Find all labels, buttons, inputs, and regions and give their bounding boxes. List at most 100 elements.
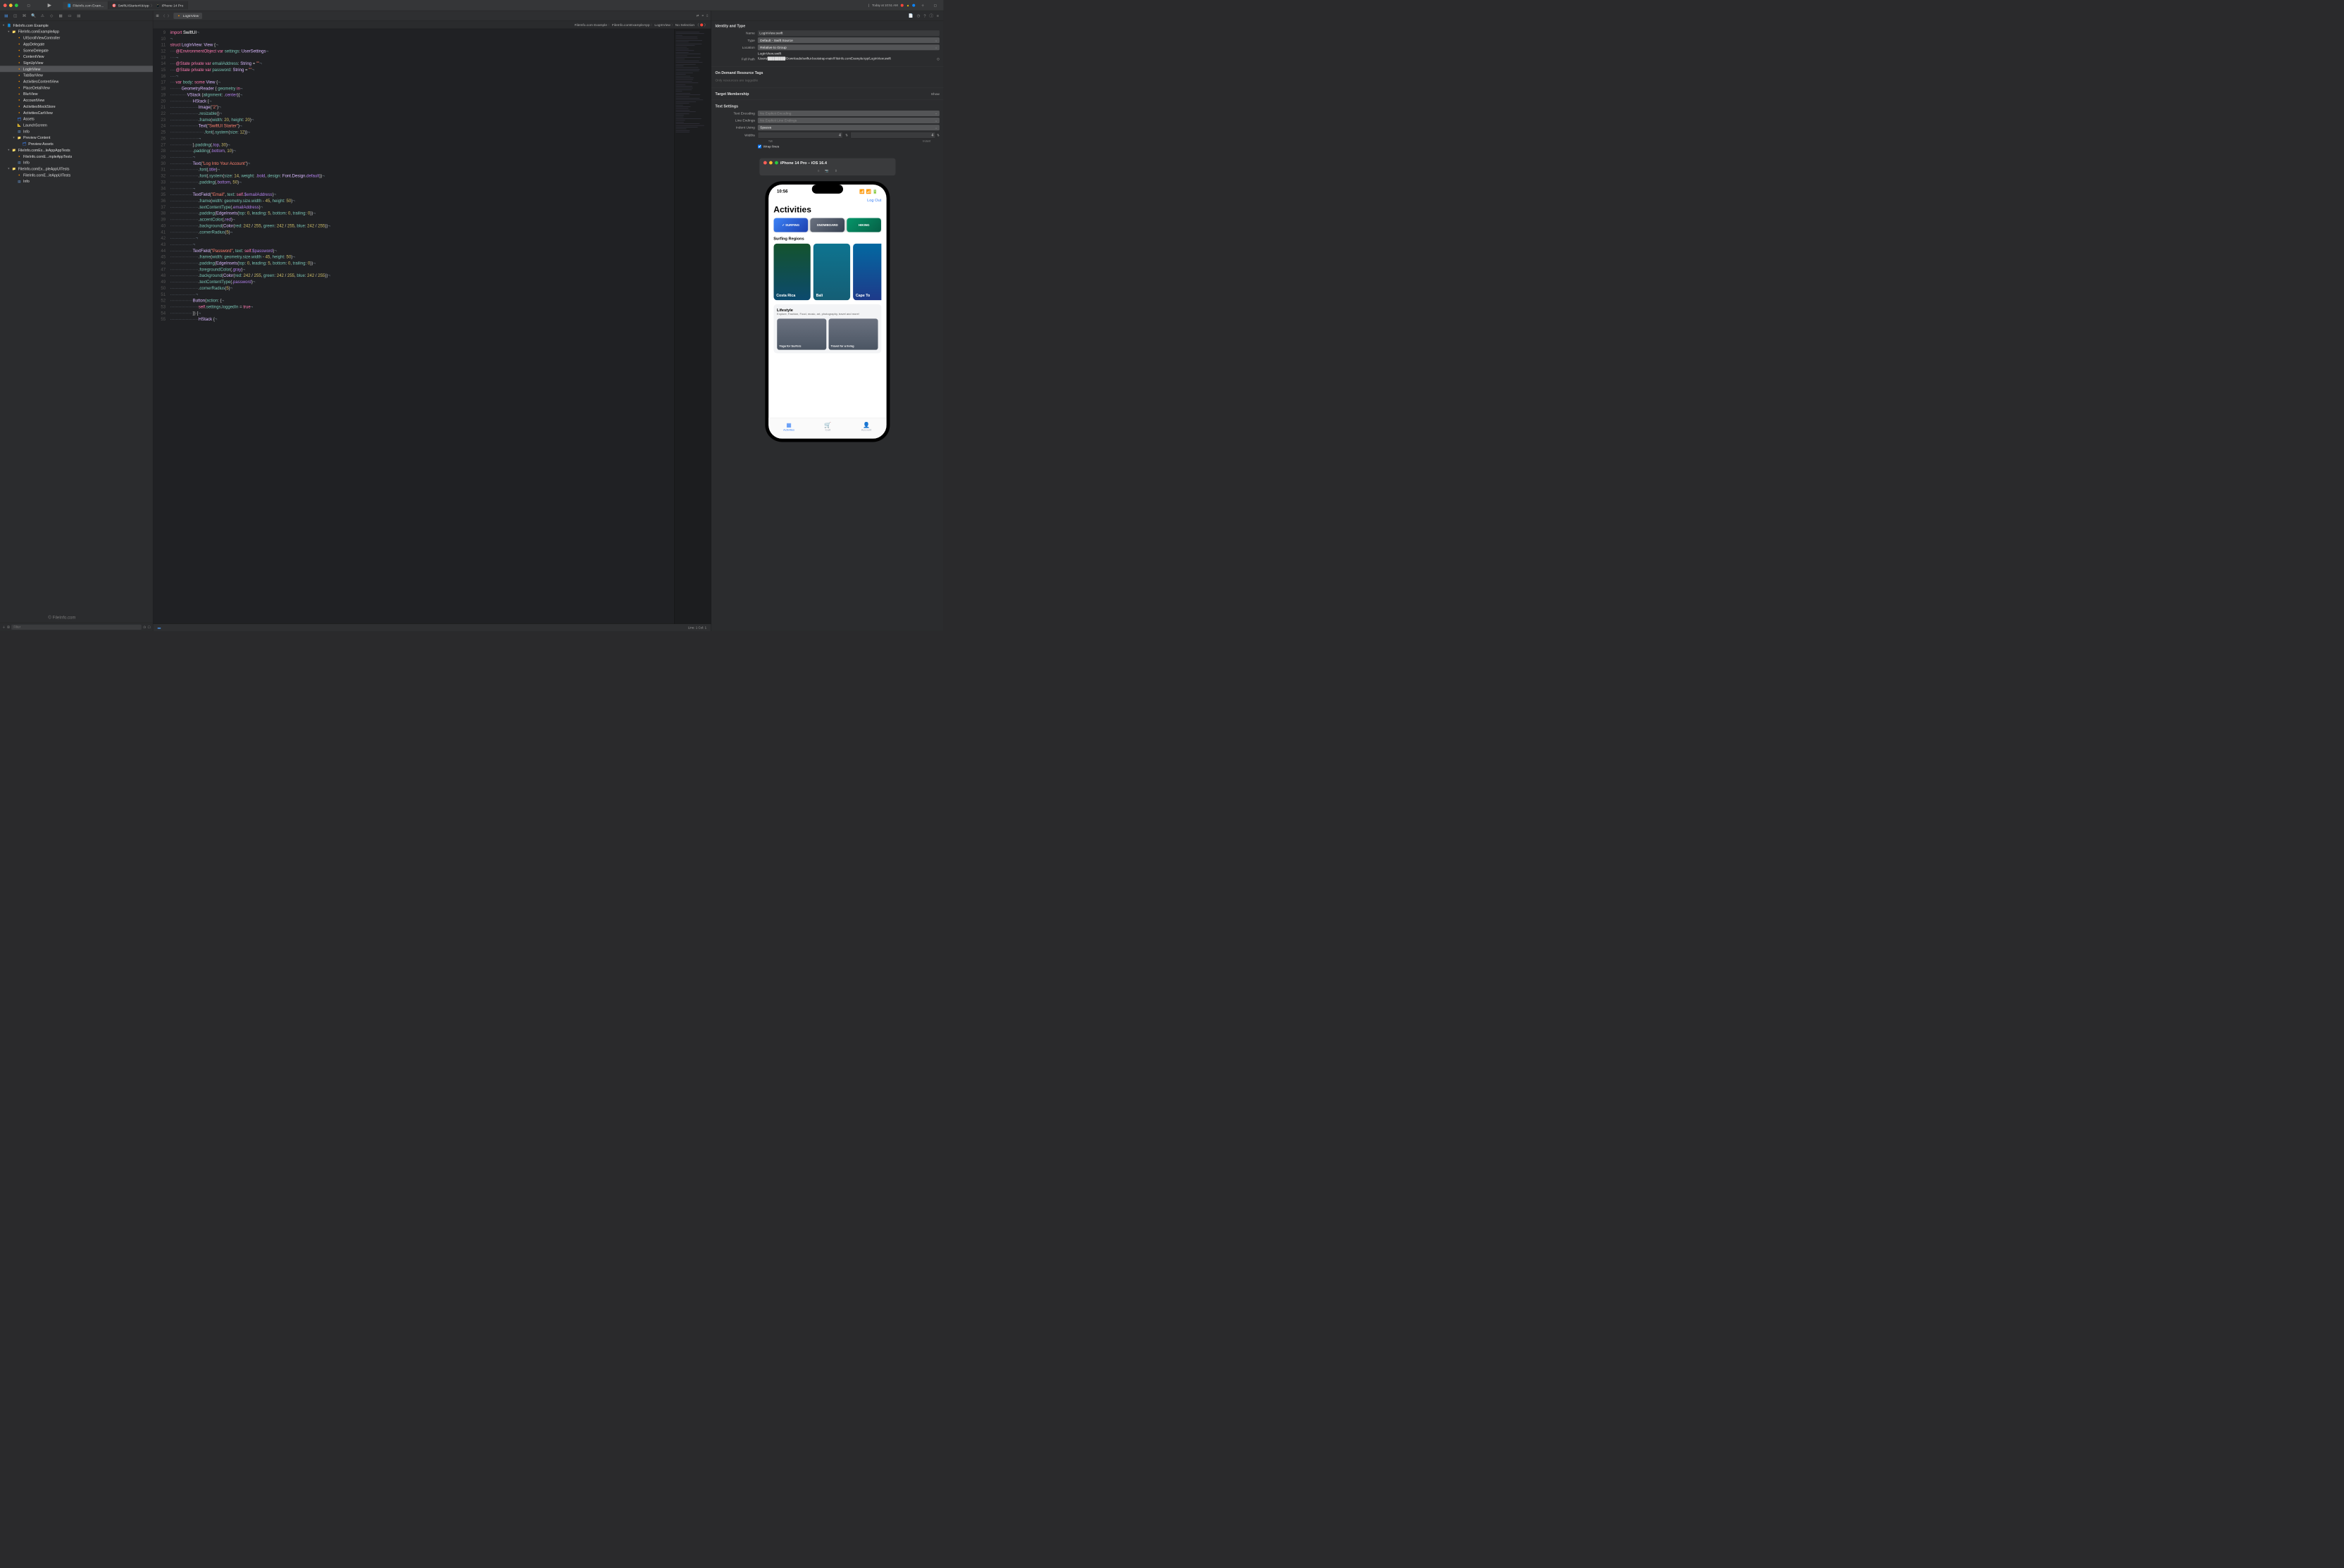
tree-item-loginview[interactable]: 🔸LogInView [0, 66, 153, 72]
tree-item-accountview[interactable]: 🔸AccountView [0, 97, 153, 104]
file-inspector-icon[interactable]: 📄 [909, 13, 914, 18]
tree-item-preview-content[interactable]: ▼📁Preview Content [0, 135, 153, 141]
screenshot-icon[interactable]: 📷 [825, 169, 829, 173]
report-navigator-icon[interactable]: ▤ [75, 13, 82, 20]
tree-item-preview-assets[interactable]: 🗂Preview Assets [0, 141, 153, 147]
scm-icon[interactable]: ▢ [148, 626, 151, 629]
lifestyle-subcard[interactable]: Yoga for Surfers [777, 318, 826, 349]
tree-item-signupview[interactable]: 🔸SignUpView [0, 60, 153, 66]
tree-item-blurview[interactable]: 🔸BlurView [0, 91, 153, 97]
tree-item-tabbarview[interactable]: 🔸TabBarView [0, 72, 153, 78]
tab-width-input[interactable] [758, 132, 843, 138]
tree-item-uiscrollviewcontroller[interactable]: 🔸UIScrollViewController [0, 35, 153, 41]
activity-chip[interactable]: HIKING [847, 218, 881, 232]
forward-icon[interactable]: 〉 [168, 13, 170, 18]
related-items-icon[interactable]: ▦ [156, 14, 158, 18]
encoding-select[interactable]: No Explicit Encoding⌄ [758, 111, 940, 116]
editor-options-icon[interactable]: ⇄ [697, 14, 699, 18]
share-icon[interactable]: ⇧ [835, 169, 837, 173]
tree-item-fileinfo-comex---leappapptests[interactable]: ▼📁FileInfo.comEx...leAppAppTests [0, 147, 153, 153]
code-editor[interactable]: 9import SwiftUI¬10¬11struct LogInView: V… [153, 29, 674, 623]
tree-item-fileinfo-comex---pleappuitests[interactable]: ▼📁FileInfo.comEx...pleAppUITests [0, 166, 153, 172]
indent-select[interactable]: Spaces⌄ [758, 125, 940, 130]
tree-item-contentview[interactable]: 🔸ContentView [0, 54, 153, 60]
sim-zoom[interactable] [775, 161, 778, 165]
sim-close[interactable] [763, 161, 767, 165]
type-select[interactable]: Default - Swift Source⌄ [758, 37, 940, 43]
lifestyle-card[interactable]: Lifestyle Explore, Fashion, Food, music,… [773, 304, 881, 354]
scheme-selector[interactable]: 🎯 SwiftUIStarterKitApp 〉 📱 iPhone 14 Pro [108, 1, 187, 10]
back-icon[interactable]: 〈 [162, 13, 165, 18]
logout-button[interactable]: Log Out [773, 197, 881, 204]
error-indicator[interactable] [901, 4, 904, 6]
minimize-window[interactable] [9, 4, 13, 7]
tree-item-info[interactable]: ▤Info [0, 128, 153, 135]
breadcrumb-item[interactable]: No Selection [675, 23, 694, 27]
add-icon[interactable]: ＋ [2, 625, 5, 629]
phone-tab-cart[interactable]: 🛒Cart [824, 421, 831, 431]
sim-min[interactable] [769, 161, 773, 165]
file-tree[interactable]: ▼📘FileInfo.com Example▼📁FileInfo.comExam… [0, 21, 153, 623]
source-control-icon[interactable]: ◫ [12, 13, 19, 20]
tree-item-fileinfo-come---mpleapptests[interactable]: 🔸FileInfo.comE...mpleAppTests [0, 153, 153, 159]
sidebar-toggle-icon[interactable]: ▢ [25, 1, 32, 9]
test-navigator-icon[interactable]: ◇ [48, 13, 55, 20]
editor-tab[interactable]: 🔸 LogInView [173, 13, 202, 19]
tree-item-info[interactable]: ▤Info [0, 178, 153, 185]
close-window[interactable] [4, 4, 7, 7]
project-navigator-icon[interactable]: ▤ [3, 13, 10, 20]
tree-item-fileinfo-come---leappuitests[interactable]: 🔸FileInfo.comE...leAppUITests [0, 172, 153, 178]
attributes-icon[interactable]: ≡ [937, 13, 939, 18]
tree-item-assets[interactable]: 🗂Assets [0, 116, 153, 122]
activity-chip[interactable]: ✓ SURFING [773, 218, 808, 232]
tree-item-fileinfo-comexampleapp[interactable]: ▼📁FileInfo.comExampleApp [0, 28, 153, 35]
tab-project[interactable]: 📘 FileInfo.com Exam... [63, 1, 108, 8]
tree-item-fileinfo-com-example[interactable]: ▼📘FileInfo.com Example [0, 22, 153, 28]
tree-item-activitiescontentview[interactable]: 🔸ActivitiesContentView [0, 78, 153, 85]
filter-input[interactable] [11, 625, 142, 630]
phone-tab-activities[interactable]: ▦Activities [783, 421, 794, 431]
symbol-navigator-icon[interactable]: ⌘ [21, 13, 28, 20]
stepper-icon[interactable]: ⇅ [845, 133, 848, 137]
region-card[interactable]: Bali [813, 244, 850, 301]
history-inspector-icon[interactable]: ◷ [917, 13, 921, 18]
wrap-lines-checkbox[interactable] [758, 144, 761, 148]
activity-indicator[interactable] [912, 4, 915, 6]
minimap[interactable] [674, 29, 711, 623]
phone-screen[interactable]: 10:56 📶 📶 🔋 Log Out Activities ✓ SURFING… [768, 185, 886, 439]
next-issue-icon[interactable]: 〉 [704, 23, 708, 27]
warning-indicator[interactable]: ▲ [906, 4, 909, 7]
quick-help-icon[interactable]: ⓘ [929, 13, 933, 18]
find-navigator-icon[interactable]: 🔍 [30, 13, 37, 20]
error-dot[interactable] [700, 23, 703, 26]
file-name-value[interactable]: LogInView.swift [758, 30, 940, 36]
reveal-icon[interactable]: ⊝ [937, 57, 940, 61]
breadcrumb-item[interactable]: LogInView [654, 23, 670, 27]
tree-item-launchscreen[interactable]: 📐LaunchScreen [0, 122, 153, 128]
tree-item-info[interactable]: ▤Info [0, 159, 153, 166]
region-card[interactable]: Cape To [853, 244, 881, 301]
line-endings-select[interactable]: No Explicit Line Endings⌄ [758, 118, 940, 123]
tree-item-placedetailview[interactable]: 🔸PlaceDetailView [0, 85, 153, 91]
region-card[interactable]: Costa Rica [773, 244, 810, 301]
add-editor-icon[interactable]: ▯ [706, 14, 708, 18]
prev-issue-icon[interactable]: 〈 [696, 23, 699, 27]
zoom-window[interactable] [15, 4, 18, 7]
clock-icon[interactable]: ◷ [143, 626, 146, 629]
breadcrumb-bar[interactable]: FileInfo.com Example 〉 FileInfo.comExample… [153, 21, 711, 29]
phone-tab-account[interactable]: 👤Account [861, 421, 872, 431]
terminal-icon[interactable]: ▬ [158, 626, 161, 630]
tree-item-activitiesmockstore[interactable]: 🔸ActivitiesMockStore [0, 104, 153, 110]
run-button[interactable]: ▶ [46, 1, 54, 9]
tree-item-scenedelegate[interactable]: 🔸SceneDelegate [0, 47, 153, 54]
issue-navigator-icon[interactable]: ⚠ [39, 13, 46, 20]
breadcrumb-item[interactable]: FileInfo.comExampleApp [612, 23, 650, 27]
indent-width-input[interactable] [850, 132, 935, 138]
debug-navigator-icon[interactable]: ▦ [57, 13, 64, 20]
stepper-icon[interactable]: ⇅ [937, 133, 940, 137]
tree-item-appdelegate[interactable]: 🔸AppDelegate [0, 41, 153, 47]
target-show-button[interactable]: Show [931, 92, 940, 96]
breadcrumb-item[interactable]: FileInfo.com Example [575, 23, 607, 27]
activity-chip[interactable]: SNOWBOARD [810, 218, 844, 232]
plus-icon[interactable]: ＋ [919, 1, 927, 9]
